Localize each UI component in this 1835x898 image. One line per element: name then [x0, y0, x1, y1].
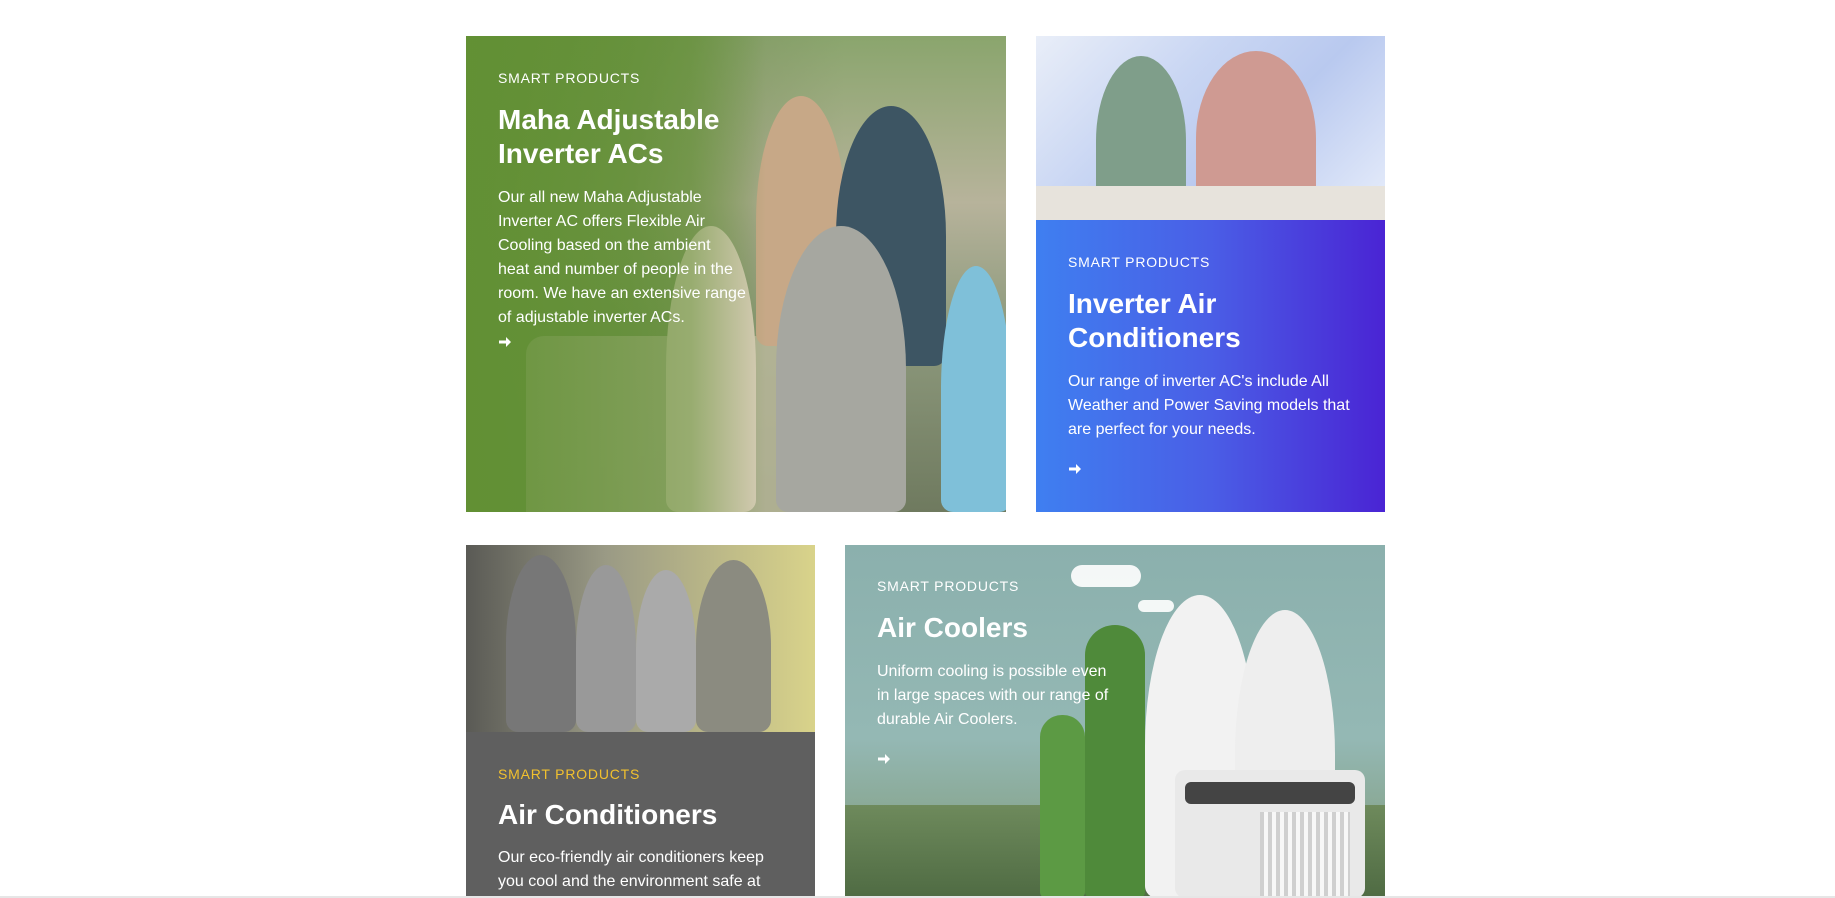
card-description: Our all new Maha Adjustable Inverter AC … — [498, 186, 778, 330]
description-line: are perfect for your needs. — [1068, 421, 1256, 438]
card-description: Our range of inverter AC's include All W… — [1068, 370, 1378, 442]
description-line: Inverter AC offers Flexible Air — [498, 213, 705, 230]
card-title-line: Inverter ACs — [498, 138, 664, 169]
description-line: of adjustable inverter ACs. — [498, 309, 685, 326]
card-title: Air Coolers — [877, 612, 1028, 643]
tree-shape — [1040, 715, 1085, 898]
card-maha-adjustable-inverter-acs[interactable]: SMART PRODUCTS Maha Adjustable Inverter … — [466, 36, 1006, 512]
description-line: Cooling based on the ambient — [498, 237, 711, 254]
card-description: Uniform cooling is possible even in larg… — [877, 660, 1137, 732]
card-air-coolers[interactable]: SMART PRODUCTS Air Coolers Uniform cooli… — [845, 545, 1385, 898]
cooler-panel — [1185, 782, 1355, 804]
person-shape — [776, 226, 906, 512]
person-shape — [636, 570, 696, 732]
description-line: you cool and the environment safe at — [498, 873, 761, 890]
description-line: Our range of inverter AC's include All — [1068, 373, 1329, 390]
bed-shape — [1036, 186, 1385, 220]
description-line: heat and number of people in the — [498, 261, 733, 278]
card-title-line: Maha Adjustable — [498, 104, 720, 135]
card-title-line: Inverter Air — [1068, 288, 1217, 319]
inverter-couple-photo — [1036, 36, 1385, 220]
eyebrow-label: SMART PRODUCTS — [1068, 254, 1211, 270]
card-title: Maha Adjustable Inverter ACs — [498, 103, 798, 171]
eyebrow-label: SMART PRODUCTS — [877, 578, 1020, 594]
arrow-right-icon[interactable] — [1067, 461, 1083, 477]
person-shape — [576, 565, 636, 732]
eyebrow-label: SMART PRODUCTS — [498, 766, 641, 782]
eyebrow-label: SMART PRODUCTS — [498, 70, 641, 86]
person-shape — [941, 266, 1006, 512]
description-line: durable Air Coolers. — [877, 711, 1018, 728]
description-line: Weather and Power Saving models that — [1068, 397, 1350, 414]
card-air-conditioners[interactable]: SMART PRODUCTS Air Conditioners Our eco-… — [466, 732, 815, 898]
description-line: Uniform cooling is possible even — [877, 663, 1107, 680]
arrow-right-icon[interactable] — [876, 751, 892, 767]
description-line: room. We have an extensive range — [498, 285, 746, 302]
cloud-shape — [1071, 565, 1141, 587]
card-title: Air Conditioners — [498, 799, 718, 830]
arrow-right-icon[interactable] — [497, 334, 513, 350]
person-shape — [696, 560, 771, 732]
card-description: Our eco-friendly air conditioners keep y… — [498, 846, 808, 894]
air-cooler-shape — [1175, 770, 1365, 898]
card-inverter-air-conditioners[interactable]: SMART PRODUCTS Inverter Air Conditioners… — [1036, 220, 1385, 512]
card-title-line: Conditioners — [1068, 322, 1241, 353]
person-shape — [506, 555, 576, 732]
card-title: Inverter Air Conditioners — [1068, 287, 1368, 355]
description-line: Our eco-friendly air conditioners keep — [498, 849, 764, 866]
description-line: Our all new Maha Adjustable — [498, 189, 702, 206]
description-line: in large spaces with our range of — [877, 687, 1109, 704]
cooler-grille — [1260, 812, 1350, 898]
ac-family-photo — [466, 545, 815, 732]
